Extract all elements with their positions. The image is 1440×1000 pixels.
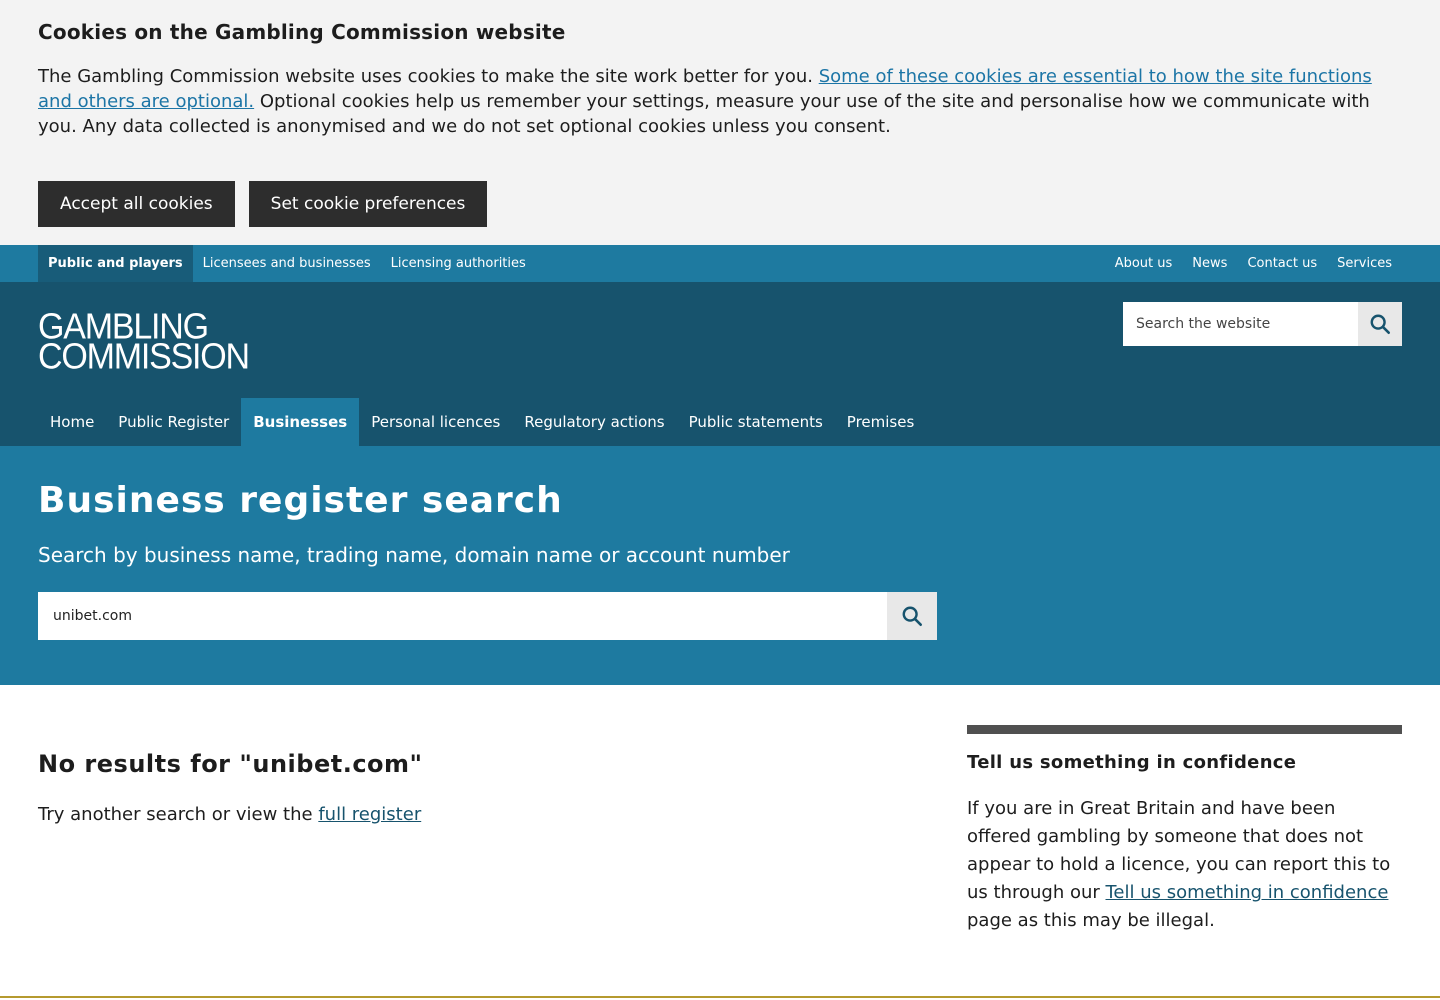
site-search <box>1123 302 1402 346</box>
site-search-button[interactable] <box>1358 302 1402 346</box>
register-search-button[interactable] <box>887 592 937 640</box>
cookie-text: The Gambling Commission website uses coo… <box>38 64 1402 139</box>
results-text: Try another search or view the full regi… <box>38 804 967 825</box>
results-text-prefix: Try another search or view the <box>38 804 319 825</box>
full-register-link[interactable]: full register <box>318 804 421 825</box>
utility-links: About us News Contact us Services <box>1105 245 1402 282</box>
page-title: Business register search <box>38 480 563 521</box>
confidence-text-after: page as this may be illegal. <box>967 910 1215 931</box>
audience-tab-public[interactable]: Public and players <box>38 245 193 282</box>
cookie-title: Cookies on the Gambling Commission websi… <box>38 20 566 44</box>
about-us-link[interactable]: About us <box>1105 245 1183 282</box>
nav-premises[interactable]: Premises <box>835 398 927 446</box>
cookie-banner: Cookies on the Gambling Commission websi… <box>0 0 1440 245</box>
cookie-text-before: The Gambling Commission website uses coo… <box>38 66 819 87</box>
main-content: No results for "unibet.com" Try another … <box>0 685 1440 998</box>
audience-tab-authorities[interactable]: Licensing authorities <box>381 245 536 282</box>
register-search-input[interactable] <box>38 592 887 640</box>
accept-cookies-button[interactable]: Accept all cookies <box>38 181 235 227</box>
site-search-input[interactable] <box>1123 302 1358 346</box>
news-link[interactable]: News <box>1182 245 1237 282</box>
register-search <box>38 592 937 640</box>
confidence-link[interactable]: Tell us something in confidence <box>1106 882 1389 903</box>
search-icon <box>902 606 922 626</box>
logo-line-2: COMMISSION <box>38 337 250 377</box>
nav-public-statements[interactable]: Public statements <box>677 398 835 446</box>
nav-businesses[interactable]: Businesses <box>241 398 360 446</box>
results-panel: No results for "unibet.com" Try another … <box>38 725 967 996</box>
main-nav: Home Public Register Businesses Personal… <box>38 398 926 446</box>
nav-regulatory-actions[interactable]: Regulatory actions <box>512 398 676 446</box>
site-header: GAMBLING COMMISSION Home Public Register… <box>0 282 1440 446</box>
audience-tab-licensees[interactable]: Licensees and businesses <box>193 245 381 282</box>
cookie-preferences-button[interactable]: Set cookie preferences <box>248 181 488 227</box>
nav-public-register[interactable]: Public Register <box>106 398 241 446</box>
nav-personal-licences[interactable]: Personal licences <box>359 398 512 446</box>
confidence-text: If you are in Great Britain and have bee… <box>967 795 1402 935</box>
confidence-title: Tell us something in confidence <box>967 752 1297 773</box>
contact-us-link[interactable]: Contact us <box>1237 245 1327 282</box>
search-hero: Business register search Search by busin… <box>0 446 1440 685</box>
results-heading: No results for "unibet.com" <box>38 750 423 778</box>
services-link[interactable]: Services <box>1327 245 1402 282</box>
search-icon <box>1370 314 1390 334</box>
nav-home[interactable]: Home <box>38 398 106 446</box>
audience-tabs: Public and players Licensees and busines… <box>38 245 536 282</box>
confidence-panel: Tell us something in confidence If you a… <box>967 725 1402 996</box>
audience-bar: Public and players Licensees and busines… <box>0 245 1440 282</box>
cookie-buttons: Accept all cookies Set cookie preference… <box>38 181 1402 227</box>
page-subtitle: Search by business name, trading name, d… <box>38 543 790 567</box>
site-logo[interactable]: GAMBLING COMMISSION <box>38 309 250 377</box>
